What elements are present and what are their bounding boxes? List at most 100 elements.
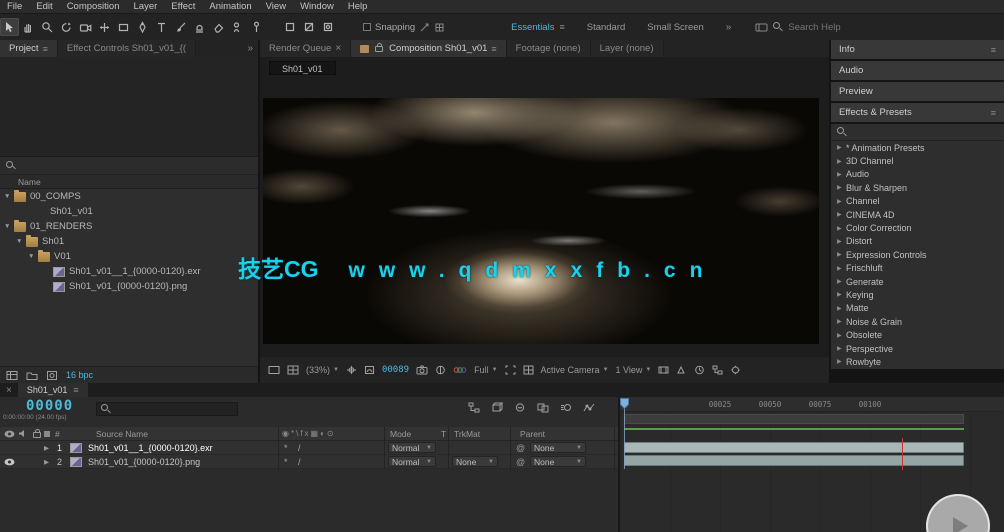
timeline-tab[interactable]: Sh01_v01 ≡ [17,383,88,397]
timeline-search-input[interactable] [115,404,225,414]
new-composition-icon[interactable] [46,370,58,381]
composition-mini-flowchart-icon[interactable] [468,402,480,413]
selection-tool-icon[interactable] [0,18,19,36]
effects-category[interactable]: ▶ Obsolete [831,328,1004,341]
effects-category[interactable]: ▶ Keying [831,288,1004,301]
local-axis-mode-icon[interactable] [280,18,299,36]
composition-subtab[interactable]: Sh01_v01 [269,61,336,75]
eraser-tool-icon[interactable] [209,18,228,36]
workspace-standard[interactable]: Standard [577,20,636,35]
channels-icon[interactable] [453,365,467,375]
tab-composition[interactable]: Composition Sh01_v01 ≡ [351,40,507,57]
current-frame-display[interactable]: 00089 [382,365,409,375]
pixel-aspect-icon[interactable] [658,365,669,375]
magnification-select[interactable]: (33%) ▼ [306,365,339,375]
menu-window[interactable]: Window [293,1,341,12]
hand-tool-icon[interactable] [19,18,38,36]
snapping-toggle[interactable]: Snapping [363,22,445,33]
effects-search-input[interactable] [851,127,981,137]
audio-panel-header[interactable]: Audio [831,61,1004,80]
project-name-column-header[interactable]: Name [0,175,258,189]
effects-category[interactable]: ▶ Frischluft [831,262,1004,275]
effects-category[interactable]: ▶ Generate [831,275,1004,288]
camera-select[interactable]: Active Camera ▼ [541,365,609,375]
flowchart-button-icon[interactable] [712,365,723,375]
menu-help[interactable]: Help [341,1,375,12]
trkmat-select[interactable]: None ▼ [452,456,498,467]
effects-category[interactable]: ▶ CINEMA 4D [831,208,1004,221]
parent-pickwhip-icon[interactable]: @ [516,457,525,467]
work-area-bar[interactable] [624,414,964,424]
project-tabs-overflow-icon[interactable]: » [247,43,253,54]
workspace-overflow-icon[interactable]: » [726,22,732,33]
snapshot-icon[interactable] [416,365,428,375]
resolution-select[interactable]: Full ▼ [474,365,497,375]
view-axis-mode-icon[interactable] [318,18,337,36]
info-panel-menu-icon[interactable]: ≡ [991,45,996,55]
clone-stamp-tool-icon[interactable] [190,18,209,36]
mode-column-header[interactable]: Mode [390,429,411,439]
preview-panel-header[interactable]: Preview [831,82,1004,101]
effects-category[interactable]: ▶ Color Correction [831,221,1004,234]
blend-mode-select[interactable]: Normal ▼ [388,442,436,453]
transparency-grid-icon[interactable] [523,365,534,375]
roto-brush-tool-icon[interactable] [228,18,247,36]
effects-presets-panel-header[interactable]: Effects & Presets ≡ [831,103,1004,122]
type-tool-icon[interactable] [152,18,171,36]
hide-shy-layers-icon[interactable] [514,402,526,413]
menu-view[interactable]: View [259,1,293,12]
quality-icon[interactable]: / [298,457,301,467]
motion-blur-icon[interactable] [560,402,572,413]
menu-file[interactable]: File [0,1,29,12]
project-row-v01[interactable]: ▼ V01 [0,249,258,264]
parent-select[interactable]: None ▼ [530,456,586,467]
timeline-layer-row-2[interactable]: ▶ 2 Sh01_v01_{0000-0120}.png * / Normal ▼… [0,455,618,469]
snap-option-1-icon[interactable] [419,22,430,33]
blend-mode-select[interactable]: Normal ▼ [388,456,436,467]
crosshair-icon[interactable] [346,365,357,375]
effects-category[interactable]: ▶ Blur & Sharpen [831,181,1004,194]
timeline-panel-menu-icon[interactable]: ≡ [73,385,78,395]
quality-icon[interactable]: / [298,443,301,453]
layer-2-duration-bar[interactable] [624,455,964,466]
menu-composition[interactable]: Composition [60,1,127,12]
puppet-pin-tool-icon[interactable] [247,18,266,36]
info-panel-header[interactable]: Info ≡ [831,40,1004,59]
reset-exposure-icon[interactable] [730,365,741,375]
project-bit-depth-button[interactable]: 16 bpc [66,370,93,380]
timeline-button-icon[interactable] [694,365,705,375]
workspace-essentials[interactable]: Essentials ≡ [501,20,575,35]
effects-category[interactable]: ▶ Matte [831,302,1004,315]
mask-visibility-icon[interactable] [364,365,375,375]
tab-render-queue[interactable]: Render Queue × [260,40,352,57]
viewer-lock-icon[interactable] [375,42,384,52]
project-panel-menu-icon[interactable]: ≡ [43,44,48,54]
help-search-input[interactable] [788,21,867,33]
effects-category[interactable]: ▶ Perspective [831,342,1004,355]
tab-project[interactable]: Project ≡ [0,40,58,57]
effects-panel-menu-icon[interactable]: ≡ [991,108,996,118]
region-of-interest-icon[interactable] [505,365,516,375]
menu-animation[interactable]: Animation [202,1,258,12]
effects-category[interactable]: ▶ 3D Channel [831,154,1004,167]
tab-effect-controls[interactable]: Effect Controls Sh01_v01_{( [57,40,197,57]
timeline-layer-row-1[interactable]: ▶ 1 Sh01_v01__1_{0000-0120}.exr * / Norm… [0,441,618,455]
disclosure-triangle-icon[interactable]: ▼ [4,223,13,230]
brush-tool-icon[interactable] [171,18,190,36]
collapse-transformations-icon[interactable]: * [284,457,288,467]
snap-option-2-icon[interactable] [434,22,445,33]
fast-preview-icon[interactable] [676,365,687,375]
workspace-bar-icon[interactable] [755,22,768,33]
disclosure-triangle-icon[interactable]: ▼ [28,253,37,260]
effects-category[interactable]: ▶ Channel [831,195,1004,208]
workspace-small-screen[interactable]: Small Screen [637,20,714,35]
tab-layer[interactable]: Layer (none) [590,40,664,57]
menu-effect[interactable]: Effect [164,1,202,12]
menu-layer[interactable]: Layer [127,1,165,12]
rectangle-tool-icon[interactable] [114,18,133,36]
project-row-sh01-v01-comp[interactable]: Sh01_v01 [0,204,306,257]
graph-editor-icon[interactable] [583,402,595,413]
rotation-tool-icon[interactable] [57,18,76,36]
camera-tool-icon[interactable] [76,18,95,36]
menu-edit[interactable]: Edit [29,1,59,12]
